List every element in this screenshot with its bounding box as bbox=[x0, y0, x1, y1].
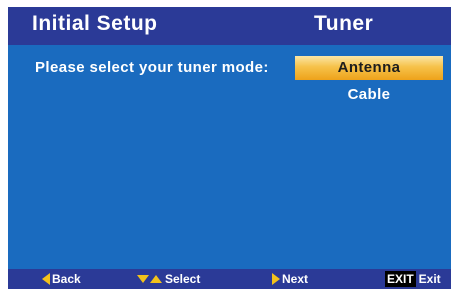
left-arrow-icon bbox=[42, 273, 50, 285]
back-hint[interactable]: Back bbox=[42, 269, 81, 289]
page-title: Initial Setup bbox=[32, 12, 158, 35]
next-label: Next bbox=[282, 272, 309, 286]
tuner-mode-prompt: Please select your tuner mode: bbox=[35, 59, 269, 76]
down-arrow-icon bbox=[137, 275, 149, 283]
footer-bar: Back Select Next EXIT Exit bbox=[8, 269, 451, 289]
up-arrow-icon bbox=[150, 275, 162, 283]
exit-key-badge: EXIT bbox=[385, 271, 416, 287]
exit-label: Exit bbox=[418, 272, 441, 286]
option-antenna[interactable]: Antenna bbox=[295, 56, 443, 80]
header-bar: Initial Setup Tuner bbox=[8, 7, 451, 45]
back-label: Back bbox=[52, 272, 81, 286]
next-hint[interactable]: Next bbox=[272, 269, 308, 289]
setup-screen: Initial Setup Tuner Please select your t… bbox=[8, 7, 451, 289]
select-hint: Select bbox=[137, 269, 200, 289]
exit-hint[interactable]: EXIT Exit bbox=[385, 269, 441, 289]
option-cable[interactable]: Cable bbox=[295, 83, 443, 107]
select-label: Select bbox=[165, 272, 201, 286]
section-title: Tuner bbox=[314, 12, 374, 35]
right-arrow-icon bbox=[272, 273, 280, 285]
